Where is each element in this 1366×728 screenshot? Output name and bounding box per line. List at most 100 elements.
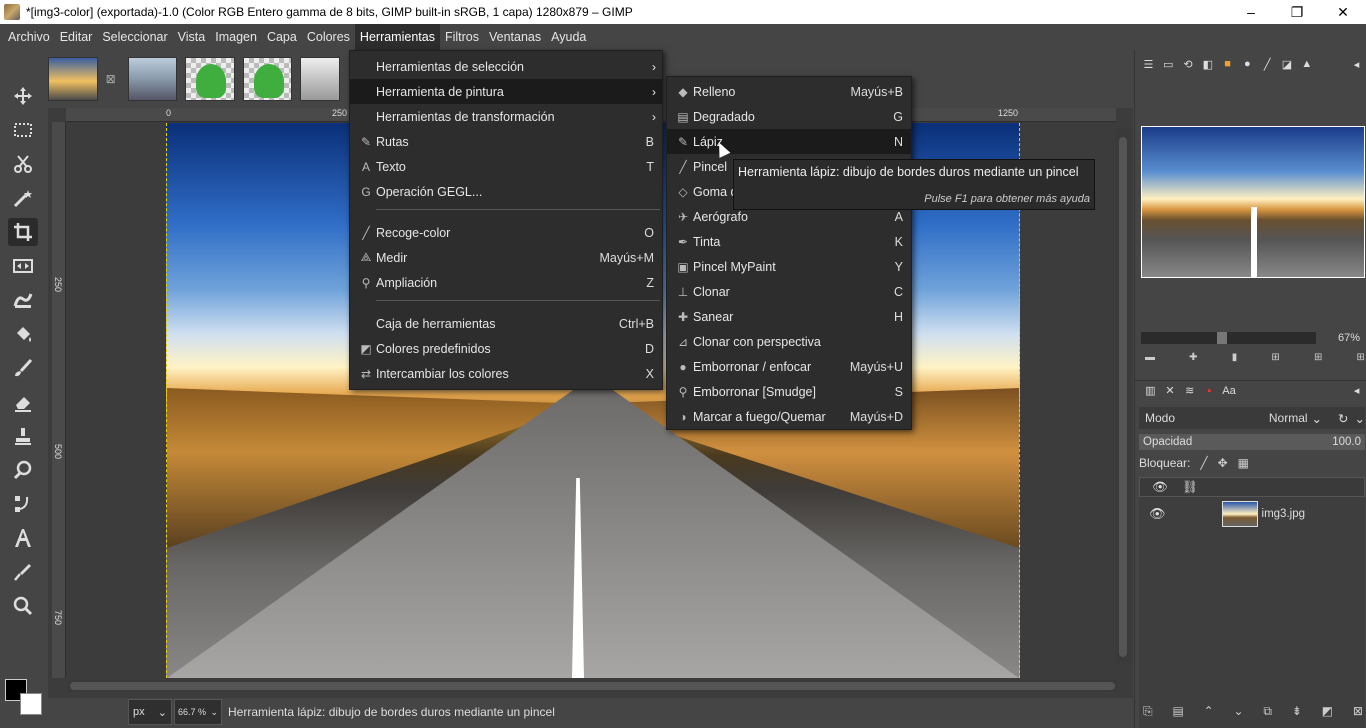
image-tab-img3[interactable] [48,57,98,101]
menu-item-color-picker[interactable]: ╱ Recoge-color O [350,220,662,245]
paths-tab-icon[interactable]: ≋ [1180,382,1199,400]
smudge-tool-icon[interactable] [8,456,38,484]
menu-item-text[interactable]: A Texto T [350,154,662,179]
image-tab-portrait[interactable] [300,57,341,101]
unit-select[interactable]: px ⌄ [128,699,172,725]
menu-item-paths[interactable]: ✎ Rutas B [350,129,662,154]
zoom-select[interactable]: 66.7 % ⌄ [174,699,222,725]
shrink-wrap-icon[interactable]: ⊞ [1357,352,1365,366]
reset-mode-icon[interactable]: ↻ [1338,411,1348,426]
menu-item-transform-tools[interactable]: Herramientas de transformación › [350,104,662,129]
menu-seleccionar[interactable]: Seleccionar [97,24,172,50]
channels-tab-icon[interactable]: ✕ [1161,382,1180,400]
image-tab-city[interactable] [127,57,178,101]
eraser-tool-icon[interactable] [8,388,38,416]
lower-layer-icon[interactable]: ⌄ [1234,704,1244,722]
eye-icon[interactable]: 👁 [1149,506,1166,522]
color-picker-tool-icon[interactable] [8,558,38,586]
zoom-out-icon[interactable]: ▬ [1145,352,1155,366]
menu-item-perspective-clone[interactable]: ⊿ Clonar con perspectiva [667,329,911,354]
menu-item-selection-tools[interactable]: Herramientas de selección › [350,54,662,79]
opacity-slider[interactable]: Opacidad 100.0 [1139,434,1365,450]
menu-item-zoom[interactable]: ⚲ Ampliación Z [350,270,662,295]
layer-mask-icon[interactable]: ◩ [1322,704,1333,722]
clone-tool-icon[interactable] [8,422,38,450]
menu-editar[interactable]: Editar [55,24,98,50]
zoom-one-icon[interactable]: ▮ [1232,352,1238,366]
close-button[interactable]: ✕ [1320,0,1366,24]
slider-knob[interactable] [1217,332,1227,344]
menu-item-mypaint-brush[interactable]: ▣ Pincel MyPaint Y [667,254,911,279]
warp-tool-icon[interactable] [8,286,38,314]
text-tool-icon[interactable] [8,524,38,552]
menu-item-gradient[interactable]: ▤ Degradado G [667,104,911,129]
zoom-in-icon[interactable]: ✚ [1189,352,1197,366]
flip-tool-icon[interactable] [8,252,38,280]
image-tab-dino-2[interactable] [242,57,293,101]
menu-item-toolbox[interactable]: Caja de herramientas Ctrl+B [350,311,662,336]
dock-menu-icon[interactable]: ◂ [1347,382,1366,400]
vertical-scrollbar[interactable] [1116,127,1130,662]
close-tab-icon[interactable]: ⊠ [106,72,120,86]
paintbrush-tool-icon[interactable] [8,354,38,382]
crop-tool-icon[interactable] [8,218,38,246]
menu-item-measure[interactable]: ⟁ Medir Mayús+M [350,245,662,270]
navigation-tab-icon[interactable]: ▲ [1297,55,1316,73]
tool-options-tab-icon[interactable]: ☰ [1139,55,1158,73]
menu-ventanas[interactable]: Ventanas [484,24,546,50]
undo-history-tab-icon[interactable]: ⟲ [1179,55,1198,73]
image-tab-dino-1[interactable] [185,57,235,101]
background-color-swatch[interactable] [20,693,42,715]
new-layer-icon[interactable]: ⎘ [1143,704,1153,722]
navigator-zoom-slider[interactable] [1141,332,1316,344]
menu-colores[interactable]: Colores [302,24,355,50]
menu-capa[interactable]: Capa [262,24,302,50]
bucket-fill-tool-icon[interactable] [8,320,38,348]
menu-item-clone[interactable]: ⊥ Clonar C [667,279,911,304]
lock-position-icon[interactable]: ✥ [1218,456,1228,470]
fonts-tab-icon[interactable]: Aa [1220,382,1239,400]
merge-layer-icon[interactable]: ⇟ [1292,704,1302,722]
horizontal-scrollbar[interactable] [68,680,1118,692]
menu-item-gegl[interactable]: G Operación GEGL... [350,179,662,204]
layer-mode-row[interactable]: Modo Normal ⌄ ↻ ⌄ [1139,407,1365,429]
menu-item-swap-colors[interactable]: ⇄ Intercambiar los colores X [350,361,662,386]
menu-item-pencil[interactable]: ✎ Lápiz N [667,129,911,154]
minimize-button[interactable]: – [1228,0,1274,24]
device-status-tab-icon[interactable]: ▭ [1159,55,1178,73]
fit-image-icon[interactable]: ⊞ [1271,352,1279,366]
navigator-preview[interactable] [1141,126,1365,278]
layers-tab-icon[interactable]: ▥ [1141,382,1160,400]
zoom-tool-icon[interactable] [8,592,38,620]
colors-tab-icon[interactable]: ◧ [1198,55,1217,73]
brushes-tab-icon[interactable]: ╱ [1258,55,1277,73]
new-layer-group-icon[interactable]: ▤ [1172,704,1183,722]
paths-tool-icon[interactable] [8,490,38,518]
layer-row[interactable]: 👁 img3.jpg [1139,499,1365,529]
maximize-button[interactable]: ❐ [1274,0,1320,24]
menu-archivo[interactable]: Archivo [3,24,55,50]
menu-imagen[interactable]: Imagen [210,24,262,50]
menu-item-dodge-burn[interactable]: ◑ Marcar a fuego/Quemar Mayús+D [667,404,911,429]
menu-herramientas[interactable]: Herramientas [354,24,440,50]
menu-filtros[interactable]: Filtros [440,24,484,50]
menu-item-paint-tools[interactable]: Herramienta de pintura › [350,79,662,104]
rect-select-tool-icon[interactable] [8,116,38,144]
patterns-tab-icon[interactable]: ● [1238,55,1257,73]
dock-menu-icon[interactable]: ◂ [1347,55,1366,73]
fg-bg-tab-icon[interactable]: ◪ [1278,55,1297,73]
fill-window-icon[interactable]: ⊞ [1314,352,1322,366]
menu-item-heal[interactable]: ✚ Sanear H [667,304,911,329]
menu-item-bucket-fill[interactable]: ◆ Relleno Mayús+B [667,79,911,104]
menu-item-blur-sharpen[interactable]: ● Emborronar / enfocar Mayús+U [667,354,911,379]
duplicate-layer-icon[interactable]: ⧉ [1263,704,1272,722]
gradients-tab-icon[interactable]: ■ [1218,55,1237,73]
menu-vista[interactable]: Vista [173,24,211,50]
fuzzy-select-tool-icon[interactable] [8,184,38,212]
menu-item-ink[interactable]: ✒ Tinta K [667,229,911,254]
delete-layer-icon[interactable]: ⊠ [1353,704,1363,722]
lock-alpha-icon[interactable]: ▦ [1238,456,1249,470]
colormap-tab-icon[interactable]: ▪ [1200,382,1219,400]
menu-ayuda[interactable]: Ayuda [546,24,591,50]
move-tool-icon[interactable] [8,82,38,110]
